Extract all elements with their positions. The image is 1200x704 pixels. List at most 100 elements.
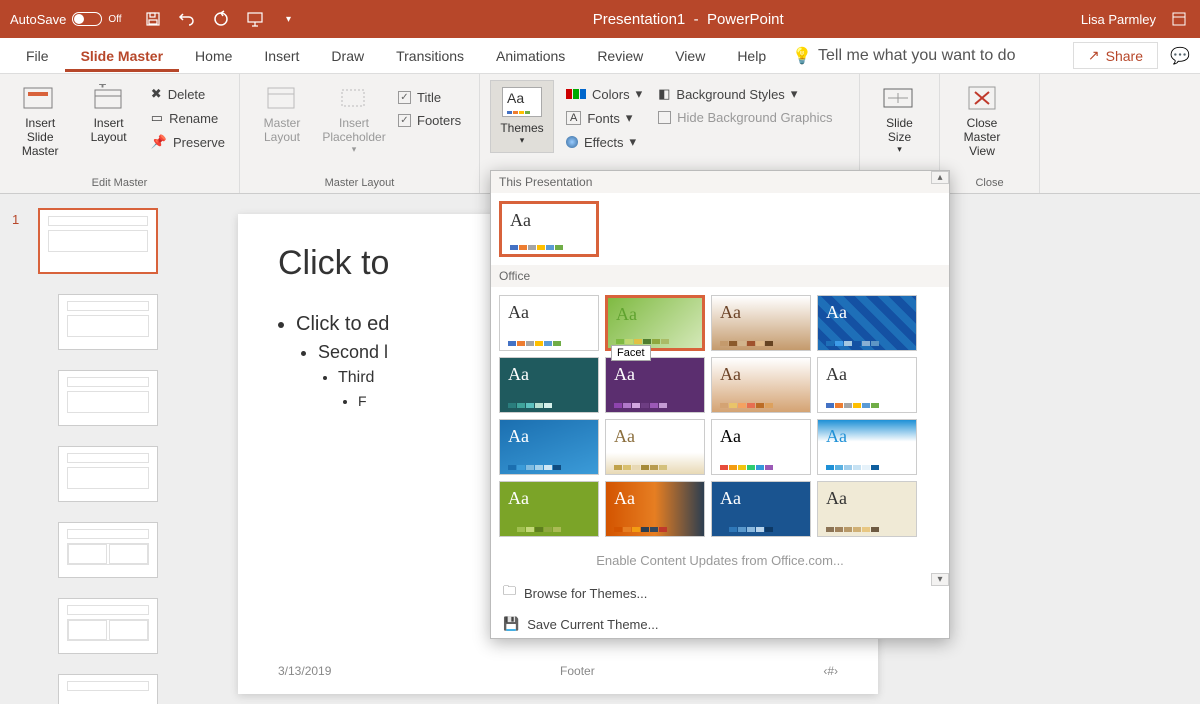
- tell-me-search[interactable]: 💡 Tell me what you want to do: [792, 46, 1015, 66]
- theme-swatch[interactable]: Aa: [817, 481, 917, 537]
- theme-swatch[interactable]: Aa: [817, 419, 917, 475]
- ribbon-tabs: File Slide Master Home Insert Draw Trans…: [0, 38, 1200, 74]
- master-thumb[interactable]: [38, 208, 158, 274]
- share-button[interactable]: ↗ Share: [1073, 42, 1158, 69]
- scroll-down-icon[interactable]: ▾: [931, 573, 949, 586]
- tab-insert[interactable]: Insert: [248, 40, 315, 72]
- themes-gallery-dropdown: ▴ This Presentation Aa Office Facet AaAa…: [490, 170, 950, 639]
- theme-swatch[interactable]: Aa: [711, 357, 811, 413]
- ribbon-display-icon[interactable]: [1172, 12, 1186, 26]
- group-master-layout: Master Layout: [250, 175, 469, 191]
- tab-draw[interactable]: Draw: [315, 40, 380, 72]
- theme-tooltip: Facet: [611, 345, 651, 361]
- group-close: Close: [950, 175, 1029, 191]
- theme-swatch[interactable]: Aa: [605, 481, 705, 537]
- hide-bg-checkbox[interactable]: Hide Background Graphics: [654, 108, 836, 127]
- colors-button[interactable]: Colors ▾: [562, 84, 646, 104]
- present-icon[interactable]: [246, 10, 264, 28]
- autosave-state: Off: [108, 14, 121, 25]
- layout-thumb[interactable]: [58, 370, 158, 426]
- section-this-presentation: This Presentation: [491, 171, 949, 193]
- enable-content-updates[interactable]: Enable Content Updates from Office.com..…: [491, 545, 949, 576]
- slide-master-icon: [22, 84, 58, 112]
- qat-customize-icon[interactable]: ▾: [280, 10, 298, 28]
- theme-swatch[interactable]: Aa: [499, 295, 599, 351]
- layout-thumb[interactable]: [58, 674, 158, 704]
- checkbox-icon: [658, 111, 671, 124]
- tab-transitions[interactable]: Transitions: [380, 40, 480, 72]
- date-placeholder[interactable]: 3/13/2019: [278, 664, 331, 678]
- layout-thumb[interactable]: [58, 294, 158, 350]
- tab-view[interactable]: View: [659, 40, 721, 72]
- layout-thumb[interactable]: [58, 598, 158, 654]
- rename-icon: ▭: [151, 110, 163, 126]
- tab-review[interactable]: Review: [581, 40, 659, 72]
- theme-swatch[interactable]: Aa: [499, 357, 599, 413]
- theme-current[interactable]: Aa: [499, 201, 599, 257]
- insert-layout-button[interactable]: + Insert Layout: [78, 80, 138, 148]
- placeholder-icon: [336, 84, 372, 112]
- checkbox-checked-icon: [398, 114, 411, 127]
- close-icon: [964, 84, 1000, 112]
- tab-file[interactable]: File: [10, 40, 65, 72]
- slide-size-button[interactable]: Slide Size ▾: [870, 80, 929, 159]
- preserve-button[interactable]: 📌Preserve: [147, 132, 229, 152]
- tab-home[interactable]: Home: [179, 40, 248, 72]
- fonts-icon: A: [566, 111, 581, 125]
- theme-swatch[interactable]: Aa: [711, 419, 811, 475]
- lightbulb-icon: 💡: [792, 46, 812, 66]
- theme-swatch[interactable]: Aa: [711, 295, 811, 351]
- insert-slide-master-button[interactable]: Insert Slide Master: [10, 80, 70, 162]
- master-index: 1: [12, 212, 19, 227]
- tab-animations[interactable]: Animations: [480, 40, 581, 72]
- preserve-icon: 📌: [151, 134, 167, 150]
- autosave-toggle[interactable]: AutoSave Off: [0, 12, 132, 27]
- user-name[interactable]: Lisa Parmley: [1081, 12, 1156, 27]
- close-master-view-button[interactable]: Close Master View: [950, 80, 1014, 162]
- theme-swatch[interactable]: Aa: [605, 295, 705, 351]
- folder-icon: 🗀: [503, 582, 516, 604]
- share-icon: ↗: [1088, 47, 1100, 64]
- toggle-off-icon[interactable]: [72, 12, 102, 26]
- theme-swatch[interactable]: Aa: [817, 295, 917, 351]
- tab-slide-master[interactable]: Slide Master: [65, 40, 179, 72]
- svg-text:+: +: [99, 84, 106, 91]
- section-office: Office: [491, 265, 949, 287]
- theme-swatch[interactable]: Aa: [817, 357, 917, 413]
- theme-swatch[interactable]: Aa: [711, 481, 811, 537]
- master-layout-button[interactable]: Master Layout: [250, 80, 314, 148]
- theme-swatch[interactable]: Aa: [499, 481, 599, 537]
- rename-button[interactable]: ▭Rename: [147, 108, 229, 128]
- scroll-up-icon[interactable]: ▴: [931, 171, 949, 184]
- delete-icon: ✖: [151, 86, 162, 102]
- save-icon: 💾: [503, 616, 519, 632]
- layout-thumb[interactable]: [58, 522, 158, 578]
- tab-help[interactable]: Help: [721, 40, 782, 72]
- undo-icon[interactable]: [178, 10, 196, 28]
- comments-icon[interactable]: 💬: [1170, 46, 1190, 66]
- title-bar: AutoSave Off ▾ Presentation1 - PowerPoin…: [0, 0, 1200, 38]
- theme-swatch[interactable]: Aa: [605, 419, 705, 475]
- save-current-theme[interactable]: 💾Save Current Theme...: [491, 610, 949, 638]
- background-styles-button[interactable]: ◧Background Styles ▾: [654, 84, 836, 104]
- save-icon[interactable]: [144, 10, 162, 28]
- themes-button[interactable]: Aa Themes ▾: [490, 80, 554, 153]
- effects-button[interactable]: Effects ▾: [562, 132, 646, 152]
- browse-themes[interactable]: 🗀Browse for Themes...: [491, 576, 949, 610]
- colors-icon: [566, 89, 586, 99]
- fonts-button[interactable]: AFonts ▾: [562, 108, 646, 128]
- bg-styles-icon: ◧: [658, 86, 670, 102]
- checkbox-checked-icon: [398, 91, 411, 104]
- footer-placeholder[interactable]: Footer: [560, 664, 595, 678]
- layout-thumb[interactable]: [58, 446, 158, 502]
- theme-swatch[interactable]: Aa: [605, 357, 705, 413]
- title-checkbox[interactable]: Title: [394, 88, 465, 107]
- redo-icon[interactable]: [212, 10, 230, 28]
- delete-button[interactable]: ✖Delete: [147, 84, 229, 104]
- slide-thumbnails-pane[interactable]: 1: [0, 194, 198, 704]
- footers-checkbox[interactable]: Footers: [394, 111, 465, 130]
- theme-swatch[interactable]: Aa: [499, 419, 599, 475]
- slide-number-placeholder[interactable]: ‹#›: [823, 664, 838, 678]
- insert-placeholder-button[interactable]: Insert Placeholder ▾: [322, 80, 386, 159]
- group-edit-master: Edit Master: [10, 175, 229, 191]
